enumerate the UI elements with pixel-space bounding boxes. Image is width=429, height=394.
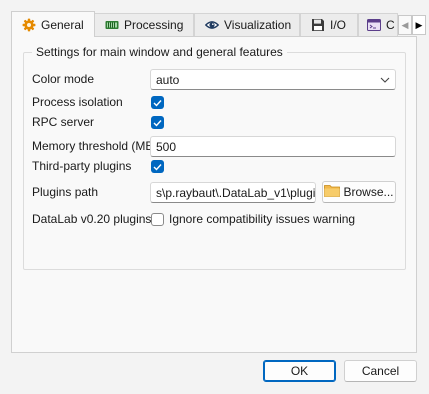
plugins-path-value: s\p.raybaut\.DataLab_v1\plugins (156, 185, 316, 200)
color-mode-combobox[interactable]: auto (150, 69, 396, 90)
browse-label: Browse... (343, 185, 394, 199)
group-title: Settings for main window and general fea… (32, 45, 287, 59)
tab-processing-label: Processing (124, 18, 184, 32)
color-mode-label: Color mode (32, 72, 95, 86)
rpc-server-checkbox[interactable] (151, 116, 164, 129)
tab-console[interactable]: C (358, 13, 398, 36)
general-settings-panel: Settings for main window and general fea… (11, 36, 417, 353)
color-mode-value: auto (156, 72, 180, 87)
browse-button[interactable]: Browse... (322, 181, 396, 203)
third-party-plugins-checkbox[interactable] (151, 160, 164, 173)
checkmark-icon (153, 99, 162, 107)
tab-io-label: I/O (330, 18, 347, 32)
settings-tab-bar: General Processing Visualization I/O C ◀… (11, 11, 426, 37)
plugins-path-label: Plugins path (32, 185, 99, 199)
checkmark-icon (153, 119, 162, 127)
third-party-plugins-label: Third-party plugins (32, 159, 132, 173)
cancel-label: Cancel (361, 364, 400, 378)
chevron-down-icon (380, 77, 390, 83)
tab-visualization[interactable]: Visualization (194, 13, 300, 36)
tab-processing[interactable]: Processing (94, 13, 194, 36)
memory-threshold-label: Memory threshold (MB) (32, 139, 158, 153)
ignore-compat-label[interactable]: Ignore compatibility issues warning (169, 212, 355, 226)
rpc-server-label: RPC server (32, 115, 95, 129)
cancel-button[interactable]: Cancel (344, 360, 417, 382)
folder-icon (324, 184, 341, 200)
eye-icon (204, 18, 220, 32)
tab-visualization-label: Visualization (224, 18, 292, 32)
memory-threshold-input[interactable]: 500 (150, 136, 396, 157)
process-isolation-label: Process isolation (32, 95, 123, 109)
gear-icon (22, 18, 36, 32)
memory-threshold-value: 500 (156, 139, 177, 154)
console-icon (367, 18, 381, 32)
ok-button[interactable]: OK (263, 360, 336, 382)
processing-icon (105, 18, 119, 32)
v020-plugins-label: DataLab v0.20 plugins (32, 212, 152, 226)
floppy-disk-icon (311, 18, 325, 32)
ignore-compat-checkbox[interactable] (151, 213, 164, 226)
tab-console-label: C (386, 18, 395, 32)
general-settings-group: Settings for main window and general fea… (23, 45, 406, 270)
tab-io[interactable]: I/O (300, 13, 358, 36)
process-isolation-checkbox[interactable] (151, 96, 164, 109)
tab-general-label: General (41, 17, 84, 32)
plugins-path-input[interactable]: s\p.raybaut\.DataLab_v1\plugins (150, 182, 316, 203)
tab-general[interactable]: General (11, 11, 95, 37)
checkmark-icon (153, 163, 162, 171)
ok-label: OK (290, 364, 309, 378)
tab-scroll-right-icon[interactable]: ▶ (412, 15, 426, 35)
tab-scroll-left-icon[interactable]: ◀ (398, 15, 412, 35)
tab-scroll-buttons: ◀ ▶ (398, 15, 426, 35)
